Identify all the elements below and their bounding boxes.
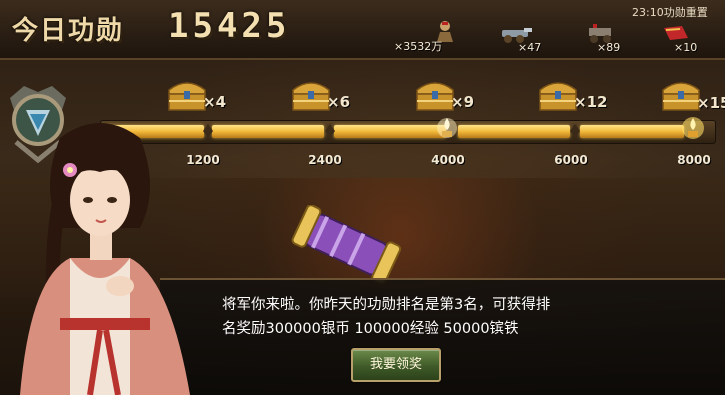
chest-count-clip: ×15: [697, 93, 725, 112]
segment-joint-icon: [325, 124, 335, 138]
progress-segment: [580, 125, 684, 138]
resource-count: ×10: [674, 41, 698, 54]
chest-count: ×12: [574, 93, 608, 111]
progress-segment: [334, 125, 446, 138]
segment-joint-icon: [570, 124, 580, 138]
chest-count: ×9: [451, 93, 475, 111]
top-bar: 今日功勋 15425 23:10功勋重置 ×3532万 ×47 ×89 ×10: [0, 0, 725, 60]
milestone-value: 2400: [308, 153, 342, 167]
scroll-reward-icon: [291, 205, 402, 285]
progress-segment: [212, 125, 324, 138]
chest-count: ×6: [327, 93, 351, 111]
milestone-value: 6000: [554, 153, 588, 167]
dialog-line: 名奖励300000银币 100000经验 50000镔铁: [222, 321, 519, 337]
npc-character-portrait: [20, 123, 190, 395]
claim-reward-button[interactable]: 我要领奖: [351, 348, 441, 382]
chest-count: ×15: [697, 94, 725, 112]
resource-count: ×89: [597, 41, 621, 54]
resource-count: ×47: [518, 41, 542, 54]
resource-chariots: ×89: [585, 22, 629, 54]
merit-reward-panel: 今日功勋 15425 23:10功勋重置 ×3532万 ×47 ×89 ×10 …: [0, 0, 725, 395]
resource-soldiers: ×3532万: [394, 21, 464, 54]
dialog-message: 将军你来啦。你昨天的功勋排名是第3名，可获得排 名奖励300000银币 1000…: [222, 293, 662, 341]
lamp-marker-icon: [437, 118, 457, 138]
reset-time-label: 23:10功勋重置: [632, 6, 708, 19]
page-title: 今日功勋: [12, 16, 125, 46]
resource-gifts: ×10: [660, 22, 710, 54]
lamp-marker-icon: [682, 117, 704, 139]
milestone-value: 4000: [431, 153, 465, 167]
progress-segment: [458, 125, 570, 138]
resource-cannons: ×47: [500, 22, 552, 54]
resource-count: ×3532万: [394, 40, 443, 53]
merit-score: 15425: [168, 6, 291, 46]
milestone-value: 8000: [677, 153, 711, 167]
dialog-line: 将军你来啦。你昨天的功勋排名是第3名，可获得排: [222, 297, 551, 313]
